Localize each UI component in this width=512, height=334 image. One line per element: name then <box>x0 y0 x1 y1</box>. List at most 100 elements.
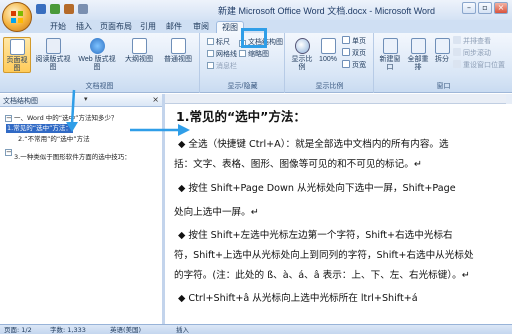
draft-icon <box>170 38 186 54</box>
group-document-views: 页面视图 阅读版式视图 Web 版式视图 大纲视图 普通视图 文档视图 <box>0 33 200 93</box>
nav-item-2[interactable]: 2.“不常用”的“选中”方法 <box>18 135 90 144</box>
arrange-all-label: 全部重排 <box>407 56 429 71</box>
tab-insert[interactable]: 插入 <box>72 21 96 33</box>
reading-layout-label: 阅读版式视图 <box>35 56 71 71</box>
message-bar-checkbox[interactable]: 消息栏 <box>207 62 237 72</box>
new-window-label: 新建窗口 <box>379 56 401 71</box>
view-side-by-side-button[interactable]: 并排查看 <box>453 36 491 47</box>
print-layout-button[interactable]: 页面视图 <box>3 37 31 73</box>
zoom-100-label: 100% <box>319 56 337 63</box>
zoom-icon <box>294 38 310 54</box>
nav-item-selected[interactable]: 1.常见的“选中”方法： <box>6 124 73 133</box>
nav-item-section-1[interactable]: 一、Word 中的“选中”方法知多少？ <box>14 114 118 123</box>
one-page-button[interactable]: 单页 <box>342 36 366 47</box>
window-controls: – ▫ × <box>462 2 510 16</box>
title-bar: 新建 Microsoft Office Word 文档.docx - Micro… <box>0 0 512 32</box>
maximize-button[interactable]: ▫ <box>478 2 492 14</box>
zoom-label: 显示比例 <box>291 56 313 71</box>
document-heading: 1.常见的“选中”方法： <box>176 109 306 124</box>
document-line: 括：文字、表格、图形、图像等可见的和不可见的标记。↵ <box>174 159 422 170</box>
word-count[interactable]: 字数: 1,333 <box>50 325 86 334</box>
arrange-all-icon <box>410 38 426 54</box>
office-button[interactable] <box>2 2 32 32</box>
thumbnails-checkbox[interactable]: 缩略图 <box>239 50 269 60</box>
page-width-icon <box>342 60 350 68</box>
one-page-icon <box>342 36 350 44</box>
document-line: 的字符。(注：此处的 ß、à、á、â 表示：上、下、左、右光标键）。↵ <box>174 270 470 281</box>
sync-scroll-button[interactable]: 同步滚动 <box>453 48 491 59</box>
collapse-icon-2[interactable]: − <box>5 149 12 156</box>
zoom-100-icon <box>320 38 336 54</box>
window-title: 新建 Microsoft Office Word 文档.docx - Micro… <box>218 6 436 16</box>
document-page[interactable]: 1.常见的“选中”方法： ◆ 全选（快捷键 Ctrl+A）：就是全部选中文档内的… <box>168 104 512 324</box>
office-logo-icon <box>11 11 23 23</box>
tab-home[interactable]: 开始 <box>46 21 70 33</box>
tab-review[interactable]: 审阅 <box>188 21 214 33</box>
tab-mailings[interactable]: 邮件 <box>162 21 186 33</box>
ruler-checkbox[interactable]: 标尺 <box>207 38 230 48</box>
tab-page-layout[interactable]: 页面布局 <box>98 21 134 33</box>
split-icon <box>434 38 450 54</box>
undo-icon[interactable] <box>50 4 60 14</box>
quick-access-toolbar <box>34 4 96 16</box>
reading-layout-icon <box>45 38 61 54</box>
split-label: 拆分 <box>435 56 449 63</box>
document-line: ◆ Ctrl+Shift+â 从光标向上选中光标所在 ltrl+Shift+á <box>178 293 418 304</box>
highlight-box <box>241 28 267 48</box>
group-window: 新建窗口 全部重排 拆分 并排查看 同步滚动 重设窗口位置 窗口 <box>375 33 512 93</box>
horizontal-ruler[interactable] <box>165 94 512 104</box>
close-pane-icon[interactable]: × <box>152 95 159 104</box>
language-status[interactable]: 英语(美国) <box>110 325 141 334</box>
qat-dropdown-icon[interactable] <box>78 4 88 14</box>
group-label-document-views: 文档视图 <box>85 83 114 90</box>
web-layout-button[interactable]: Web 版式视图 <box>75 37 119 73</box>
zoom-100-button[interactable]: 100% <box>317 37 339 73</box>
document-line: ◆ 按住 Shift+Page Down 从光标处向下选中一屏，Shift+Pa… <box>178 183 456 194</box>
page-count[interactable]: 页面: 1/2 <box>4 325 32 334</box>
document-line: ◆ 按住 Shift+左选中光标左边第一个字符，Shift+右选中光标右 <box>178 230 453 241</box>
close-button[interactable]: × <box>494 2 508 14</box>
two-pages-icon <box>342 48 350 56</box>
redo-icon[interactable] <box>64 4 74 14</box>
collapse-icon[interactable]: − <box>5 115 12 122</box>
page-width-button[interactable]: 页宽 <box>342 60 366 71</box>
draft-button[interactable]: 普通视图 <box>159 37 197 73</box>
web-layout-label: Web 版式视图 <box>78 56 116 71</box>
document-line: 处向上选中一屏。↵ <box>174 207 259 218</box>
print-layout-label: 页面视图 <box>6 57 28 72</box>
group-label-window: 窗口 <box>436 83 451 90</box>
group-label-zoom: 显示比例 <box>315 83 344 90</box>
tab-view[interactable]: 视图 <box>216 21 244 33</box>
document-map-header: 文档结构图 ▾ × <box>0 94 162 107</box>
tab-references[interactable]: 引用 <box>136 21 160 33</box>
full-screen-reading-button[interactable]: 阅读版式视图 <box>33 37 73 73</box>
arrange-all-button[interactable]: 全部重排 <box>405 37 431 73</box>
outline-icon <box>131 38 147 54</box>
minimize-button[interactable]: – <box>462 2 476 14</box>
document-map-pane: 文档结构图 ▾ × − 一、Word 中的“选中”方法知多少？ 1.常见的“选中… <box>0 94 165 324</box>
group-label-show-hide: 显示/隐藏 <box>227 83 258 90</box>
outline-button[interactable]: 大纲视图 <box>121 37 157 73</box>
sync-scroll-icon <box>453 48 461 56</box>
reset-window-icon <box>453 60 461 68</box>
nav-item-3[interactable]: 3.一种类似于图形软件方面的选中技巧： <box>14 153 131 162</box>
save-icon[interactable] <box>36 4 46 14</box>
dropdown-arrow-icon[interactable]: ▾ <box>84 95 88 103</box>
reset-window-button[interactable]: 重设窗口位置 <box>453 60 505 71</box>
print-layout-icon <box>9 39 25 55</box>
document-line: ◆ 全选（快捷键 Ctrl+A）：就是全部选中文档内的所有内容。选 <box>178 139 449 150</box>
gridlines-checkbox[interactable]: 网格线 <box>207 50 237 60</box>
group-zoom: 显示比例 100% 单页 双页 页宽 显示比例 <box>286 33 374 93</box>
side-by-side-icon <box>453 36 461 44</box>
new-window-icon <box>382 38 398 54</box>
outline-label: 大纲视图 <box>125 56 153 63</box>
new-window-button[interactable]: 新建窗口 <box>377 37 403 73</box>
document-map-title: 文档结构图 <box>3 97 38 105</box>
insert-mode[interactable]: 插入 <box>176 325 189 334</box>
draft-label: 普通视图 <box>164 56 192 63</box>
split-button[interactable]: 拆分 <box>433 37 451 73</box>
two-pages-button[interactable]: 双页 <box>342 48 366 59</box>
status-bar: 页面: 1/2 字数: 1,333 英语(美国) 插入 <box>0 324 512 334</box>
zoom-button[interactable]: 显示比例 <box>289 37 315 73</box>
web-layout-icon <box>89 38 105 54</box>
